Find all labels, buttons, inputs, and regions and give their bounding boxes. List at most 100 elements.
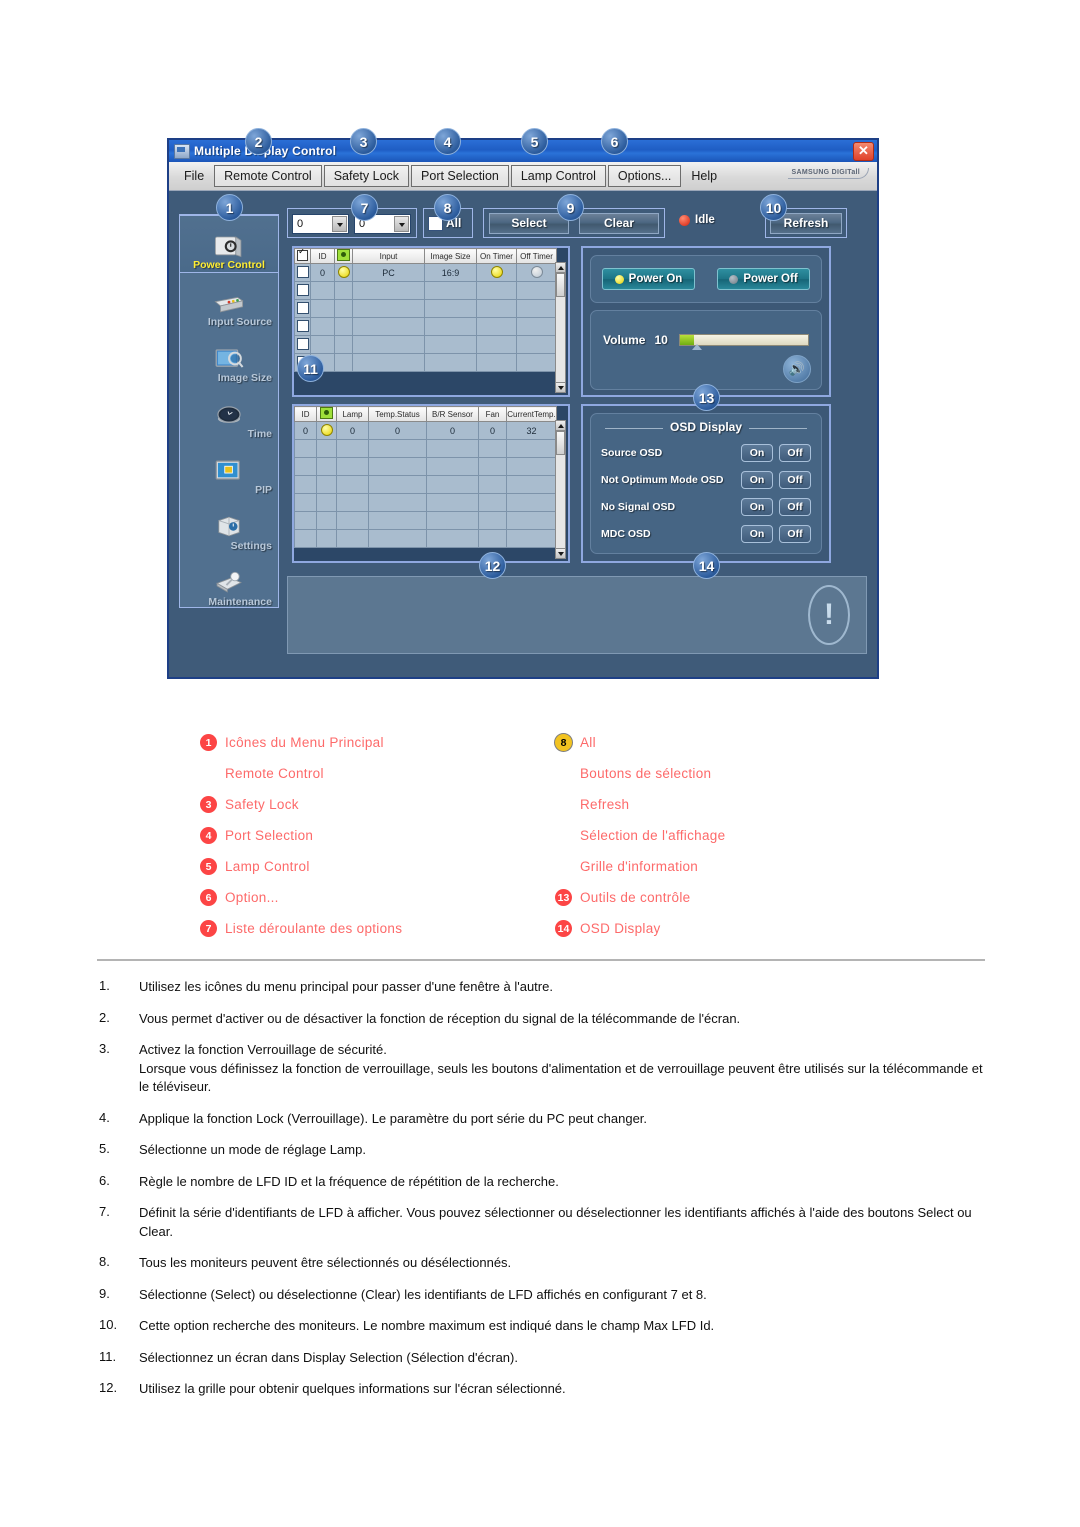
source-osd-on-button[interactable]: On (741, 444, 773, 462)
not-optimum-osd-on-button[interactable]: On (741, 471, 773, 489)
sidebar-item-power-control[interactable]: Power Control (180, 215, 278, 273)
row-checkbox[interactable] (296, 319, 309, 332)
table-row[interactable] (294, 299, 557, 318)
lfd-from-dropdown[interactable]: 0 (292, 214, 349, 234)
power-status-icon (337, 249, 350, 261)
legend-text-11: Sélection de l'affichage (580, 828, 726, 843)
row-checkbox-cell[interactable] (294, 263, 311, 282)
power-off-button[interactable]: Power Off (717, 268, 810, 290)
clear-button[interactable]: Clear (579, 212, 659, 234)
table-row[interactable] (294, 353, 557, 372)
source-osd-off-button[interactable]: Off (779, 444, 811, 462)
scroll-down-icon[interactable] (556, 382, 565, 392)
table-row[interactable] (294, 511, 557, 530)
row-checkbox-cell[interactable] (294, 281, 311, 300)
power-off-label: Power Off (743, 273, 798, 285)
menu-remote-control[interactable]: Remote Control (214, 165, 322, 187)
note-number-1: 1. (99, 978, 110, 993)
sidebar-item-time[interactable]: Time (180, 385, 278, 441)
sidebar-label-maintenance: Maintenance (208, 596, 272, 608)
sidebar-item-image-size[interactable]: Image Size (180, 329, 278, 385)
menu-port-selection[interactable]: Port Selection (411, 165, 509, 187)
legend-item-4: 4 Port Selection (200, 820, 550, 851)
no-signal-osd-off-button[interactable]: Off (779, 498, 811, 516)
legend-item-5: 5 Lamp Control (200, 851, 550, 882)
select-button[interactable]: Select (489, 212, 569, 234)
chevron-down-icon[interactable] (332, 216, 347, 232)
row-checkbox[interactable] (296, 337, 309, 350)
note-12: 12. Utilisez la grille pour obtenir quel… (99, 1380, 989, 1399)
row-checkbox[interactable] (296, 283, 309, 296)
speaker-icon[interactable]: 🔊 (783, 355, 811, 383)
scroll-up-icon[interactable] (556, 263, 565, 273)
menu-options[interactable]: Options... (607, 165, 682, 187)
note-body-2: Vous permet d'activer ou de désactiver l… (139, 1010, 741, 1026)
osd-display-panel: OSD Display Source OSD On Off Not Optimu… (581, 404, 831, 563)
menu-lamp-control[interactable]: Lamp Control (510, 165, 606, 187)
app-icon (174, 143, 190, 159)
control-tools-panel: Power On Power Off Volume 10 🔊 (581, 246, 831, 397)
legend-badge-12 (555, 858, 572, 875)
close-icon[interactable]: ✕ (853, 142, 874, 161)
callout-13: 13 (693, 384, 720, 411)
table-row[interactable] (294, 335, 557, 354)
display-selection-grid[interactable]: ID Input Image Size On Timer Off Timer 0… (292, 246, 570, 397)
table-row[interactable] (294, 281, 557, 300)
volume-slider-handle[interactable] (691, 344, 702, 350)
table-row[interactable] (294, 439, 557, 458)
table-row[interactable] (294, 475, 557, 494)
scroll-down-icon[interactable] (556, 548, 565, 558)
sidebar-label-input-source: Input Source (207, 316, 272, 328)
chevron-down-icon[interactable] (394, 216, 409, 232)
scroll-thumb[interactable] (556, 273, 565, 297)
legend-item-8: 8 All (555, 727, 955, 758)
table-row[interactable]: 0 PC 16:9 (294, 263, 557, 282)
no-signal-osd-on-button[interactable]: On (741, 498, 773, 516)
legend-badge-2 (200, 765, 217, 782)
callout-7: 7 (351, 194, 378, 221)
row-checkbox-cell[interactable] (294, 299, 311, 318)
table-row[interactable] (294, 493, 557, 512)
note-3: 3. Activez la fonction Verrouillage de s… (99, 1041, 989, 1097)
legend-text-5: Lamp Control (225, 859, 310, 874)
status-led-icon (679, 214, 690, 226)
header-select-all[interactable] (294, 248, 311, 264)
row-checkbox[interactable] (296, 265, 309, 278)
header-br-sensor: B/R Sensor (426, 406, 479, 422)
samsung-logo: SAMSUNG DIGITall (787, 168, 869, 179)
power-on-button[interactable]: Power On (602, 268, 695, 290)
grid-scrollbar[interactable] (555, 262, 566, 393)
menu-file[interactable]: File (175, 166, 213, 186)
osd-label-no-signal: No Signal OSD (601, 501, 676, 513)
scroll-thumb[interactable] (556, 431, 565, 455)
table-row[interactable]: 0 0 0 0 0 32 (294, 421, 557, 440)
cell-power-dot (334, 263, 353, 282)
legend-item-14: 14 OSD Display (555, 913, 955, 944)
menu-help[interactable]: Help (682, 166, 726, 186)
note-body-7: Définit la série d'identifiants de LFD à… (139, 1205, 972, 1239)
table-row[interactable] (294, 457, 557, 476)
grid-scrollbar[interactable] (555, 420, 566, 559)
volume-slider[interactable] (679, 334, 809, 350)
row-checkbox[interactable] (296, 301, 309, 314)
row-checkbox-cell[interactable] (294, 317, 311, 336)
table-row[interactable] (294, 529, 557, 548)
sidebar-item-input-source[interactable]: Input Source (180, 273, 278, 329)
sidebar-item-pip[interactable]: PIP (180, 441, 278, 497)
note-number-12: 12. (99, 1380, 118, 1395)
osd-label-mdc: MDC OSD (601, 528, 651, 540)
mdc-osd-off-button[interactable]: Off (779, 525, 811, 543)
sidebar-item-settings[interactable]: Settings (180, 497, 278, 553)
note-body-12: Utilisez la grille pour obtenir quelques… (139, 1381, 566, 1396)
mdc-osd-on-button[interactable]: On (741, 525, 773, 543)
callout-8: 8 (434, 194, 461, 221)
table-row[interactable] (294, 317, 557, 336)
row-checkbox-cell[interactable] (294, 335, 311, 354)
header-id: ID (294, 406, 317, 422)
scroll-up-icon[interactable] (556, 421, 565, 431)
header-image-size: Image Size (424, 248, 477, 264)
information-grid[interactable]: ID Lamp Temp.Status B/R Sensor Fan Curre… (292, 404, 570, 563)
sidebar-item-maintenance[interactable]: Maintenance (180, 553, 278, 609)
not-optimum-osd-off-button[interactable]: Off (779, 471, 811, 489)
menu-safety-lock[interactable]: Safety Lock (323, 165, 410, 187)
